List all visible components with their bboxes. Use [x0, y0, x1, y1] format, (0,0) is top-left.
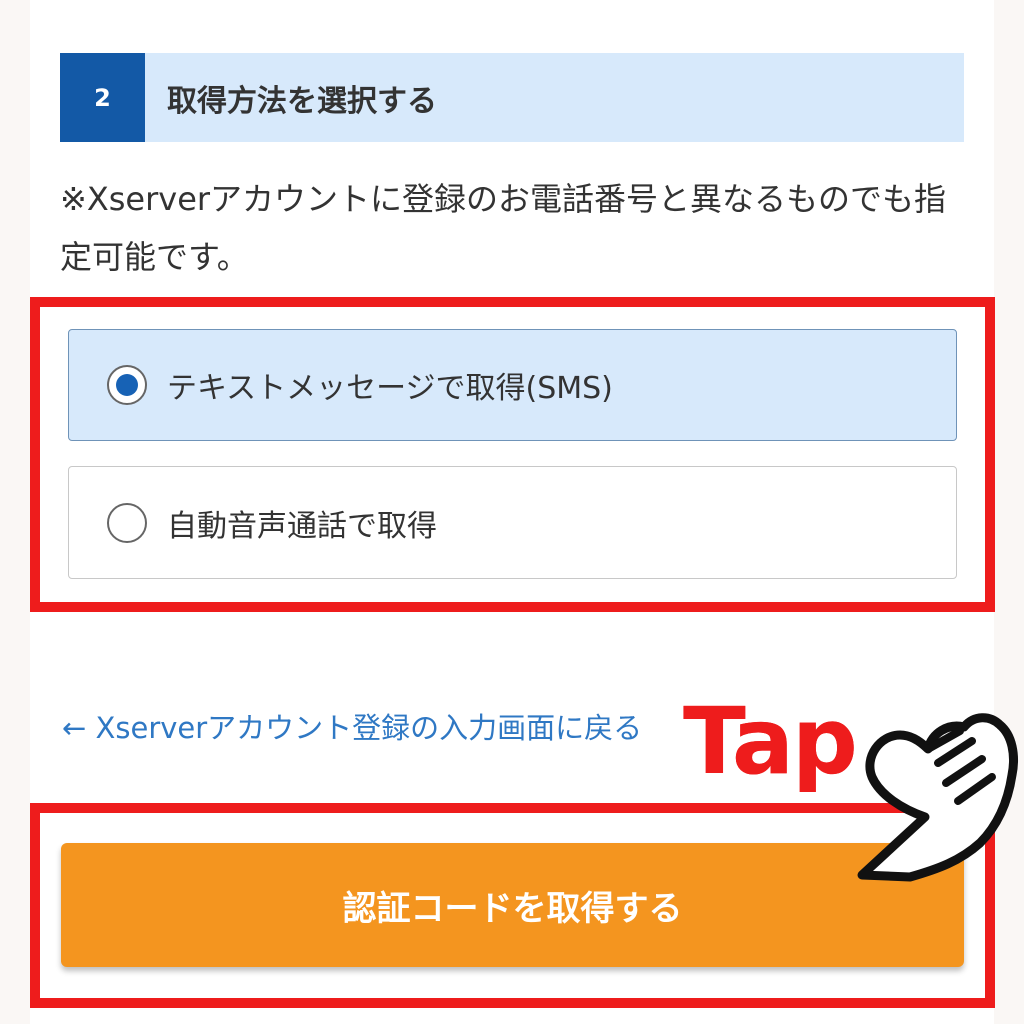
highlight-box-options — [30, 297, 995, 612]
step-header: 2 取得方法を選択する — [60, 53, 964, 142]
tap-annotation: Tap — [683, 688, 858, 795]
step-title: 取得方法を選択する — [167, 83, 437, 119]
back-link[interactable]: ← Xserverアカウント登録の入力画面に戻る — [62, 705, 642, 747]
step-number-badge: 2 — [60, 53, 145, 142]
note-text: ※Xserverアカウントに登録のお電話番号と異なるものでも指定可能です。 — [60, 180, 947, 276]
pointing-hand-icon — [857, 713, 1018, 882]
